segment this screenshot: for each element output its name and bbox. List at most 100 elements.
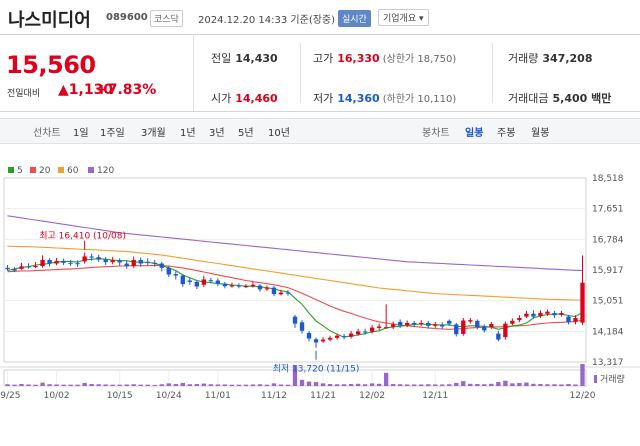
candle-body xyxy=(110,260,115,263)
volume-bar xyxy=(503,380,508,386)
volume-bar xyxy=(5,384,10,386)
candle-body xyxy=(531,313,536,317)
volume-bar xyxy=(264,384,270,386)
candle-body xyxy=(552,313,557,316)
volume-bar xyxy=(222,384,228,386)
ma60-line xyxy=(7,245,583,301)
volume-bar xyxy=(145,384,150,386)
candle-body xyxy=(264,288,270,290)
candle-body xyxy=(33,266,38,268)
candle-body xyxy=(257,285,263,290)
volume-bar xyxy=(194,384,200,386)
y-tick-label: 17,651 xyxy=(592,205,624,215)
volume-bar xyxy=(517,382,522,386)
x-tick-label: 12/02 xyxy=(359,391,385,401)
volume-bar xyxy=(75,384,80,386)
volume-bar xyxy=(12,384,17,386)
candle-body xyxy=(68,262,73,264)
candle-body xyxy=(285,292,291,294)
candle-body xyxy=(117,260,122,263)
volume-bar xyxy=(180,382,185,386)
candle-body xyxy=(510,320,515,324)
candle-body xyxy=(47,260,52,264)
candle-body xyxy=(271,287,277,294)
volume-bar xyxy=(166,383,171,386)
x-tick-label: 12/11 xyxy=(422,391,448,401)
candle-body xyxy=(538,313,543,316)
volume-bar xyxy=(257,384,263,386)
volume-bar xyxy=(482,384,487,386)
volume-bar xyxy=(159,384,164,386)
candle-body xyxy=(19,266,24,269)
candle-body xyxy=(278,292,284,295)
stock-chart[interactable]: 18,51817,65116,78415,91715,05114,18413,3… xyxy=(0,0,640,446)
volume-bar xyxy=(510,383,515,386)
candle-body xyxy=(398,321,403,326)
volume-bar xyxy=(440,384,445,386)
volume-bar xyxy=(383,372,389,386)
volume-bar xyxy=(33,384,38,386)
volume-bar xyxy=(405,384,410,386)
volume-bar xyxy=(355,383,361,386)
candle-body xyxy=(369,327,375,332)
candle-body xyxy=(236,285,242,287)
candle-body xyxy=(503,323,508,338)
volume-bar xyxy=(138,384,143,386)
candle-body xyxy=(75,263,80,265)
volume-bar xyxy=(19,384,24,386)
candle-body xyxy=(145,261,150,263)
candle-body xyxy=(201,279,207,285)
candle-body xyxy=(573,318,578,322)
candle-body xyxy=(362,331,368,333)
candle-body xyxy=(194,281,200,287)
x-tick-label: 10/24 xyxy=(156,391,182,401)
volume-bar xyxy=(426,384,431,386)
candle-body xyxy=(215,280,221,284)
volume-bar xyxy=(243,384,249,386)
candle-body xyxy=(208,280,214,282)
candle-body xyxy=(559,313,564,315)
volume-bar xyxy=(341,384,347,386)
volume-bar xyxy=(573,384,578,386)
volume-bar xyxy=(278,384,284,386)
volume-bar xyxy=(26,384,31,386)
candle-body xyxy=(173,274,178,276)
y-tick-label: 18,518 xyxy=(592,174,624,184)
candle-body xyxy=(376,326,382,328)
volume-bar xyxy=(362,384,368,386)
candle-body xyxy=(433,324,438,326)
volume-bar xyxy=(489,383,494,386)
candle-body xyxy=(482,326,487,331)
volume-bar xyxy=(173,384,178,386)
volume-bar xyxy=(236,384,242,386)
candle-body xyxy=(405,322,410,326)
candle-body xyxy=(475,320,480,328)
candle-body xyxy=(468,320,473,322)
x-tick-label: 11/01 xyxy=(205,391,231,401)
candle-body xyxy=(138,260,143,264)
high-annotation: 최고 16,410 (10/08) xyxy=(39,231,126,242)
candle-body xyxy=(334,335,340,338)
candle-body xyxy=(131,260,136,267)
candle-body xyxy=(229,285,235,287)
candle-body xyxy=(426,322,431,326)
volume-bar xyxy=(327,384,333,386)
candle-body xyxy=(82,256,87,262)
y-tick-label: 15,051 xyxy=(592,297,624,307)
candle-body xyxy=(447,320,452,324)
candle-body xyxy=(517,318,522,321)
candle-body xyxy=(222,283,228,287)
volume-bar xyxy=(152,384,157,386)
candle-body xyxy=(348,333,354,337)
candle-body xyxy=(489,324,494,327)
candle-body xyxy=(54,261,59,264)
candle-body xyxy=(187,280,192,282)
volume-bar xyxy=(131,384,136,386)
volume-bar xyxy=(313,382,319,386)
y-tick-label: 16,784 xyxy=(592,235,624,245)
volume-bar xyxy=(334,384,340,386)
volume-bar xyxy=(545,384,550,386)
volume-bar xyxy=(61,384,66,386)
candle-body xyxy=(313,339,319,343)
volume-bar xyxy=(538,384,543,386)
